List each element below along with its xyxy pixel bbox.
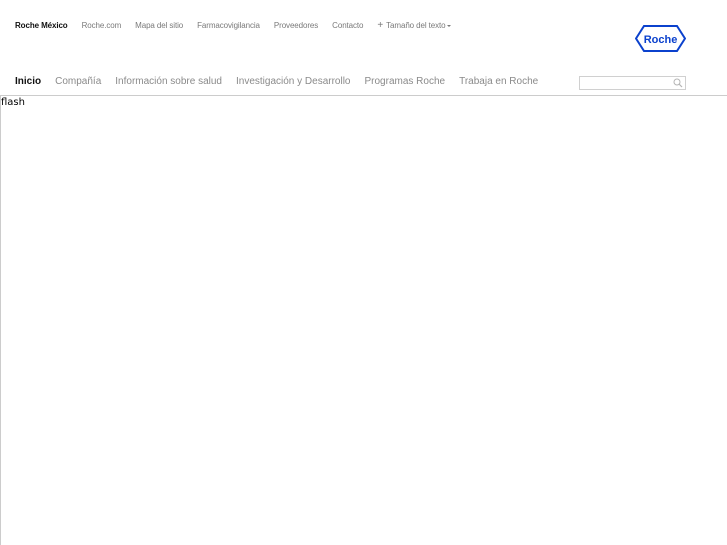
nav-item-compania[interactable]: Compañía [55,76,101,87]
plus-icon: + [377,19,384,31]
logo-text: Roche [644,34,678,46]
util-link-pharmacovigilance[interactable]: Farmacovigilancia [197,21,260,30]
main-nav: Inicio Compañía Información sobre salud … [15,76,552,87]
search-box [579,76,686,90]
nav-item-informacion-salud[interactable]: Información sobre salud [115,76,222,87]
util-link-roche-mexico[interactable]: Roche México [15,21,68,30]
util-link-sitemap[interactable]: Mapa del sitio [135,21,183,30]
nav-item-inicio[interactable]: Inicio [15,76,41,87]
search-icon[interactable] [673,78,683,88]
util-link-contact[interactable]: Contacto [332,21,363,30]
search-input[interactable] [580,77,673,89]
page: Roche México Roche.com Mapa del sitio Fa… [0,0,727,545]
flash-placeholder: flash [1,97,25,108]
util-link-suppliers[interactable]: Proveedores [274,21,318,30]
nav-item-trabaja[interactable]: Trabaja en Roche [459,76,538,87]
chevron-down-icon [447,24,452,27]
text-size-toggle[interactable]: + Tamaño del texto [377,19,452,31]
roche-logo[interactable]: Roche [635,25,686,52]
util-link-roche-com[interactable]: Roche.com [82,21,122,30]
nav-item-programas[interactable]: Programas Roche [365,76,446,87]
utility-nav: Roche México Roche.com Mapa del sitio Fa… [15,19,452,31]
nav-item-investigacion[interactable]: Investigación y Desarrollo [236,76,351,87]
header: Roche México Roche.com Mapa del sitio Fa… [0,0,727,60]
text-size-label: Tamaño del texto [386,21,446,30]
main-content: flash [0,96,727,545]
